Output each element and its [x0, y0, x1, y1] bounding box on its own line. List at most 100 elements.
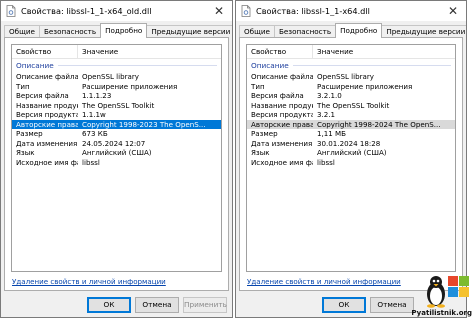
- property-value: Расширение приложения: [317, 81, 413, 91]
- property-value: Английский (США): [317, 148, 387, 157]
- list-row[interactable]: Исходное имя файла libssl: [12, 158, 221, 168]
- property-name: Исходное имя файла: [16, 157, 78, 167]
- list-row[interactable]: Описание файла OpenSSL library: [247, 72, 455, 82]
- list-row[interactable]: Дата изменения 30.01.2024 18:28: [247, 139, 455, 149]
- property-value: Английский (США): [82, 148, 152, 157]
- property-name: Тип: [251, 81, 265, 91]
- column-value[interactable]: Значение: [78, 45, 221, 58]
- list-row[interactable]: Описание файла OpenSSL library: [12, 72, 221, 82]
- property-value: 30.01.2024 18:28: [317, 138, 381, 148]
- details-panel: Свойство Значение Описание Описание файл…: [4, 37, 229, 291]
- property-value: Copyright 1998-2024 The OpenS...: [317, 119, 441, 129]
- title-bar: Свойства: libssl-1_1-x64.dll ✕: [236, 1, 466, 21]
- tab-details[interactable]: Подробно: [100, 23, 148, 38]
- list-row[interactable]: Версия файла 3.2.1.0: [247, 91, 455, 101]
- remove-properties-link[interactable]: Удаление свойств и личной информации: [247, 277, 401, 286]
- property-name: Размер: [16, 129, 43, 138]
- list-row-selected[interactable]: Авторские права Copyright 1998-2024 The O…: [247, 119, 455, 129]
- list-row[interactable]: Размер 673 КБ: [12, 129, 221, 139]
- property-name: Исходное имя файла: [251, 157, 313, 167]
- column-property[interactable]: Свойство: [247, 45, 313, 58]
- list-header: Свойство Значение: [247, 45, 455, 59]
- properties-list[interactable]: Свойство Значение Описание Описание файл…: [246, 44, 456, 272]
- close-button[interactable]: ✕: [206, 1, 232, 21]
- dialog-buttons: ОК Отмена Применить: [1, 297, 232, 313]
- property-name: Язык: [251, 148, 270, 157]
- property-name: Название продукта: [251, 100, 313, 110]
- property-value: The OpenSSL Toolkit: [82, 100, 155, 110]
- property-name: Описание файла: [251, 72, 313, 81]
- window-title: Свойства: libssl-1_1-x64_old.dll: [21, 6, 152, 16]
- properties-window-old: Свойства: libssl-1_1-x64_old.dll ✕ Общие…: [0, 0, 233, 318]
- tab-strip: Общие Безопасность Подробно Предыдущие в…: [4, 23, 232, 38]
- property-value: OpenSSL library: [317, 72, 374, 81]
- cancel-button[interactable]: Отмена: [370, 297, 414, 313]
- property-value: 1,11 МБ: [317, 129, 347, 138]
- window-title: Свойства: libssl-1_1-x64.dll: [256, 6, 370, 16]
- file-icon: [241, 5, 251, 17]
- list-row[interactable]: Тип Расширение приложения: [12, 82, 221, 92]
- property-name: Название продукта: [16, 100, 78, 110]
- tab-strip: Общие Безопасность Подробно Предыдущие в…: [239, 23, 466, 38]
- details-panel: Свойство Значение Описание Описание файл…: [239, 37, 463, 291]
- list-row[interactable]: Версия продукта 3.2.1: [247, 110, 455, 120]
- property-name: Описание файла: [16, 72, 78, 81]
- property-value: The OpenSSL Toolkit: [317, 100, 390, 110]
- property-name: Дата изменения: [16, 138, 78, 148]
- group-label: Описание: [251, 61, 289, 70]
- property-value: libssl: [317, 157, 335, 167]
- list-row[interactable]: Тип Расширение приложения: [247, 82, 455, 92]
- property-name: Авторские права: [16, 119, 78, 129]
- list-row[interactable]: Исходное имя файла libssl: [247, 158, 455, 168]
- property-value: 3.2.1: [317, 110, 336, 119]
- list-row[interactable]: Язык Английский (США): [12, 148, 221, 158]
- property-value: 1.1.1w: [82, 110, 106, 119]
- group-divider: [57, 65, 217, 66]
- property-name: Размер: [251, 129, 278, 138]
- close-button[interactable]: ✕: [440, 1, 466, 21]
- list-row[interactable]: Размер 1,11 МБ: [247, 129, 455, 139]
- property-name: Версия файла: [251, 91, 304, 100]
- property-name: Авторские права: [251, 119, 313, 129]
- property-name: Дата изменения: [251, 138, 313, 148]
- list-row[interactable]: Версия файла 1.1.1.23: [12, 91, 221, 101]
- list-header: Свойство Значение: [12, 45, 221, 59]
- group-header-description: Описание: [12, 59, 221, 72]
- property-value: 3.2.1.0: [317, 91, 342, 100]
- property-value: 1.1.1.23: [82, 91, 112, 100]
- property-name: Тип: [16, 81, 30, 91]
- list-row[interactable]: Версия продукта 1.1.1w: [12, 110, 221, 120]
- list-row[interactable]: Название продукта The OpenSSL Toolkit: [12, 101, 221, 111]
- property-value: libssl: [82, 157, 100, 167]
- file-icon: [6, 5, 16, 17]
- property-name: Версия файла: [16, 91, 69, 100]
- ok-button[interactable]: ОК: [322, 297, 366, 313]
- list-row[interactable]: Язык Английский (США): [247, 148, 455, 158]
- list-row[interactable]: Название продукта The OpenSSL Toolkit: [247, 101, 455, 111]
- property-name: Язык: [16, 148, 35, 157]
- watermark-text: Pyatilistnik.org: [411, 309, 472, 317]
- property-name: Версия продукта: [251, 110, 313, 119]
- column-value[interactable]: Значение: [313, 45, 455, 58]
- ok-button[interactable]: ОК: [87, 297, 131, 313]
- property-name: Версия продукта: [16, 110, 78, 119]
- tab-details[interactable]: Подробно: [335, 23, 383, 38]
- property-value: 24.05.2024 12:07: [82, 138, 146, 148]
- column-property[interactable]: Свойство: [12, 45, 78, 58]
- site-watermark: Pyatilistnik.org: [411, 270, 474, 318]
- group-header-description: Описание: [247, 59, 455, 72]
- apply-button[interactable]: Применить: [183, 297, 227, 313]
- list-row-selected[interactable]: Авторские права Copyright 1998-2023 The O…: [12, 119, 221, 129]
- cancel-button[interactable]: Отмена: [135, 297, 179, 313]
- list-row[interactable]: Дата изменения 24.05.2024 12:07: [12, 139, 221, 149]
- penguin-windows-logo-icon: [427, 276, 469, 308]
- property-value: Copyright 1998-2023 The OpenS...: [82, 119, 206, 129]
- properties-list[interactable]: Свойство Значение Описание Описание файл…: [11, 44, 222, 272]
- remove-properties-link[interactable]: Удаление свойств и личной информации: [12, 277, 166, 286]
- property-value: OpenSSL library: [82, 72, 139, 81]
- property-value: 673 КБ: [82, 129, 108, 138]
- group-divider: [292, 65, 451, 66]
- group-label: Описание: [16, 61, 54, 70]
- title-bar: Свойства: libssl-1_1-x64_old.dll ✕: [1, 1, 232, 21]
- property-value: Расширение приложения: [82, 81, 178, 91]
